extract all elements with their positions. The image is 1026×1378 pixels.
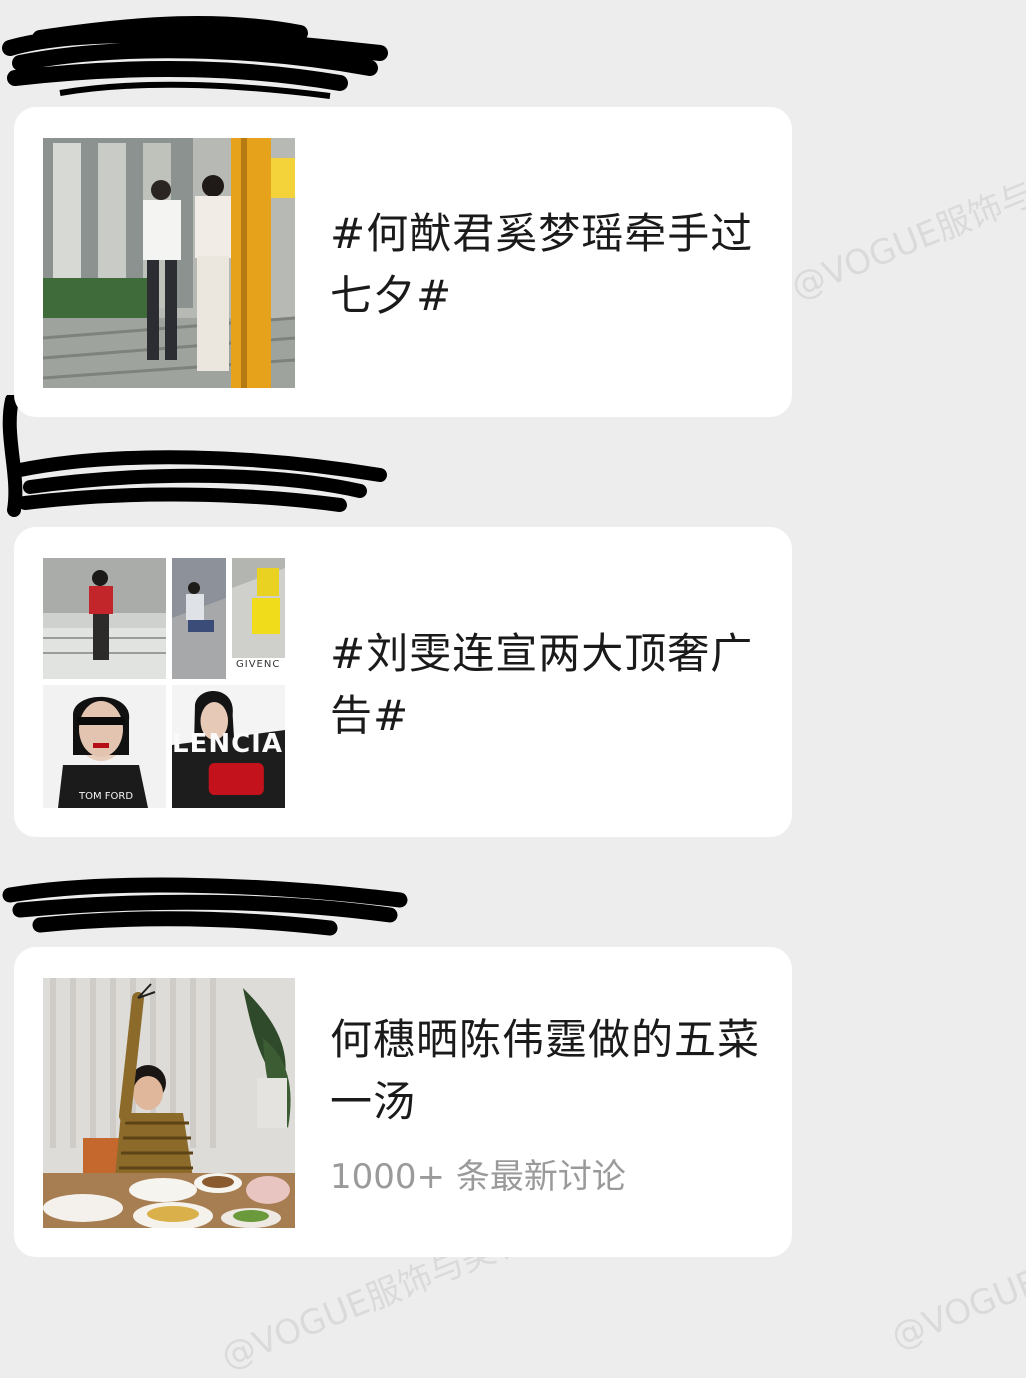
watermark: @VOGUE服饰与美容 [785,148,1026,308]
brand-label-givenchy: GIVENC [236,659,281,670]
collage-photo [43,558,166,679]
topic-title[interactable]: #刘雯连宣两大顶奢广告# [330,623,760,747]
thumbnail-photo [43,978,295,1228]
collage-photo: GIVENC [232,558,285,679]
topic-card[interactable]: 何穗晒陈伟霆做的五菜一汤 1000+ 条最新讨论 [14,947,792,1257]
topic-title[interactable]: 何穗晒陈伟霆做的五菜一汤 [330,1009,760,1133]
redaction-scribble [2,877,408,936]
collage-photo: LENCIA [172,685,285,808]
topic-card[interactable]: #何猷君奚梦瑶牵手过七夕# [14,107,792,417]
collage-photo: TOM FORD [43,685,166,808]
topic-card[interactable]: GIVENC TOM FORD LENCIA #刘雯连宣两大顶奢广告# [14,527,792,837]
brand-label-tomford: TOM FORD [79,791,134,802]
collage-photo [172,558,226,679]
topic-title[interactable]: #何猷君奚梦瑶牵手过七夕# [330,203,760,327]
discussion-count: 1000+ 条最新讨论 [330,1157,626,1197]
watermark: @VOGUE服饰与美容 [885,1198,1026,1358]
thumbnail-collage: GIVENC TOM FORD LENCIA [43,558,295,808]
brand-label-balenciaga: LENCIA [172,729,283,759]
redaction-scribble [2,15,388,99]
thumbnail-photo [43,138,295,388]
